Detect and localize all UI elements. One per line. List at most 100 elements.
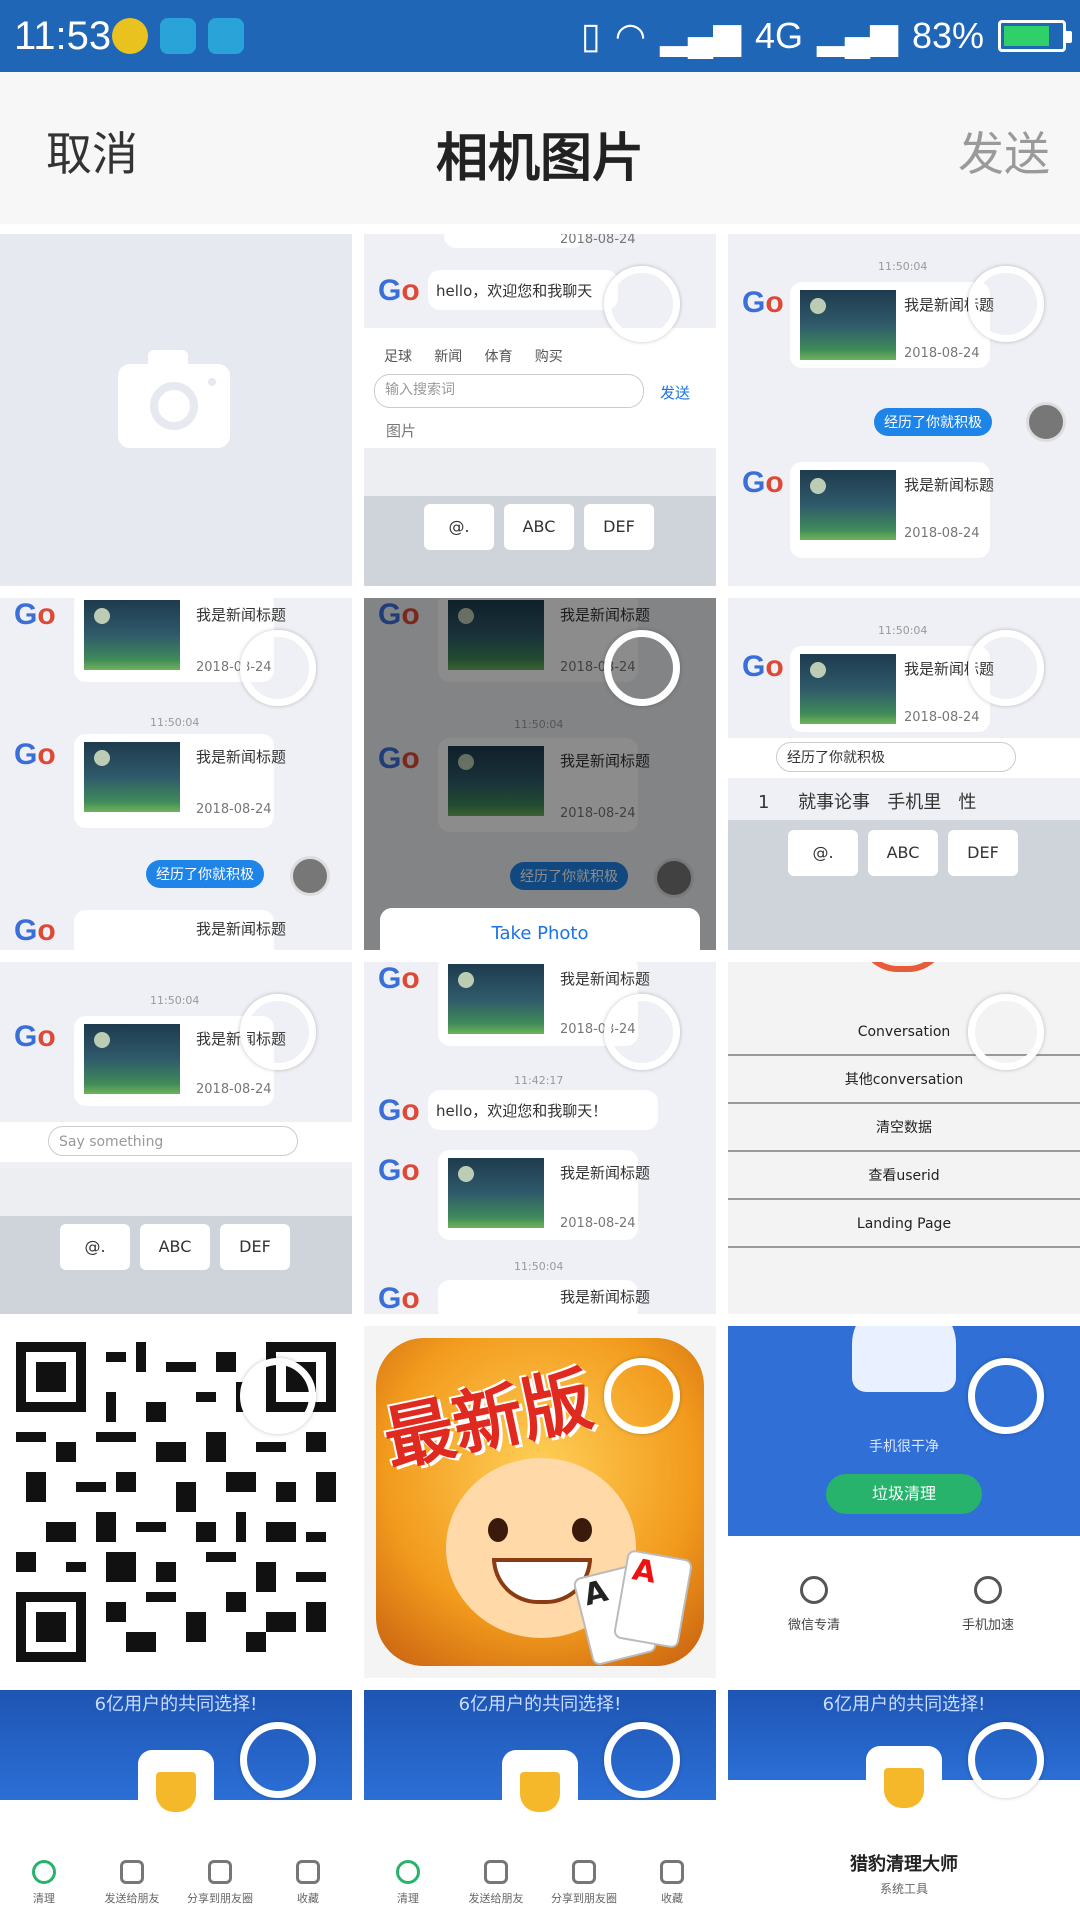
photo-tile[interactable]: 11:50:04 Go 我是新闻标题 2018-08-24 经历了你就积极 Go… [728, 234, 1080, 586]
go-avatar-icon: Go [378, 1282, 420, 1314]
keyboard-toolbar [0, 1168, 352, 1216]
news-thumbnail [84, 1024, 180, 1094]
app-notification-icon [112, 18, 148, 54]
news-thumbnail [800, 470, 896, 540]
category-tabs: 足球 新闻 体育 购买 [384, 349, 563, 365]
status-right: ▯ ◠ ▂▄▆ 4G ▂▄▆ 83% [580, 10, 1072, 62]
select-circle[interactable] [604, 630, 680, 706]
mascot-icon [852, 1326, 956, 1392]
app-category: 系统工具 [879, 1882, 928, 1896]
select-circle[interactable] [604, 266, 680, 342]
keyboard-toolbar [364, 448, 716, 496]
message-time: 11:50:04 [150, 716, 200, 729]
brush-app-icon [866, 1746, 942, 1822]
status-text: 手机很干净 [869, 1439, 939, 1455]
go-avatar-icon: Go [378, 1094, 420, 1127]
message-time: 11:50:04 [878, 624, 928, 637]
clean-icon [396, 1860, 420, 1884]
select-circle[interactable] [240, 1358, 316, 1434]
keyboard: @. ABC DEF [0, 1216, 352, 1314]
message-time: 11:50:04 [878, 260, 928, 273]
select-circle[interactable] [604, 1358, 680, 1434]
battery-icon [998, 20, 1072, 52]
message-time: 11:50:04 [150, 994, 200, 1007]
message-time: 11:50:04 [514, 1260, 564, 1273]
brush-app-icon [502, 1750, 578, 1826]
go-avatar-icon: Go [378, 274, 420, 307]
wifi-icon: ◠ [614, 15, 647, 56]
slogan: 6亿用户的共同选择! [458, 1694, 622, 1715]
photo-tile[interactable]: Go 我是新闻标题 2018-08-24 11:42:17 Go hello，欢… [364, 962, 716, 1314]
go-avatar-icon: Go [378, 962, 420, 995]
network-type: 4G [755, 15, 804, 56]
camera-icon [118, 350, 230, 448]
user-avatar [290, 856, 330, 896]
send-label: 发送 [660, 384, 691, 402]
user-avatar [1026, 402, 1066, 442]
junk-clean-button: 垃圾清理 [826, 1474, 982, 1514]
photo-tile[interactable]: 2018-08-24 Go hello，欢迎您和我聊天 足球 新闻 体育 购买 … [364, 234, 716, 586]
photo-tile[interactable]: 6亿用户的共同选择! 清理 发送给朋友 分享到朋友圈 收藏 [0, 1690, 352, 1920]
signal-icon: ▂▄▆ [660, 15, 742, 56]
news-thumbnail [84, 742, 180, 812]
news-title: 我是新闻标题 [196, 748, 287, 766]
news-title: 我是新闻标题 [904, 476, 995, 494]
send-button[interactable]: 发送 [958, 118, 1050, 184]
moments-icon [572, 1860, 596, 1884]
vibrate-icon: ▯ [580, 15, 601, 56]
photo-tile-selected[interactable]: Go 我是新闻标题 2018-08-24 11:50:04 Go 我是新闻标题 … [364, 598, 716, 950]
select-circle[interactable] [240, 630, 316, 706]
photo-tile[interactable] [0, 1326, 352, 1678]
take-photo-button: Take Photo [380, 908, 700, 950]
screenshot-notification-icon [160, 18, 196, 54]
moments-icon [208, 1860, 232, 1884]
news-date: 2018-08-24 [904, 526, 980, 541]
select-circle[interactable] [604, 994, 680, 1070]
playing-card-icon: A [612, 1548, 694, 1650]
bottom-nav: 清理 发送给朋友 分享到朋友圈 收藏 [364, 1860, 716, 1906]
status-time: 11:53 [14, 14, 112, 58]
header: 取消 相机图片 发送 [0, 72, 1080, 224]
go-avatar-icon: Go [14, 738, 56, 771]
suggestion-bar: 1 就事论事 手机里 性 [758, 792, 977, 813]
sent-message: 经历了你就积极 [146, 860, 264, 888]
news-title: 我是新闻标题 [560, 1288, 651, 1306]
image-label: 图片 [386, 422, 417, 440]
photo-tile[interactable]: 11:50:04 Go 我是新闻标题 2018-08-24 经历了你就积极 1 … [728, 598, 1080, 950]
select-circle[interactable] [968, 630, 1044, 706]
select-circle[interactable] [968, 994, 1044, 1070]
news-date: 2018-08-24 [904, 346, 980, 361]
news-thumbnail [800, 290, 896, 360]
photo-tile[interactable]: 手机很干净 垃圾清理 微信专清 手机加速 [728, 1326, 1080, 1678]
select-circle[interactable] [968, 266, 1044, 342]
wechat-icon [800, 1576, 828, 1604]
select-circle[interactable] [240, 1722, 316, 1798]
app-name: 猎豹清理大师 [850, 1854, 958, 1875]
menu-item: 查看userid [728, 1152, 1080, 1200]
news-title: 我是新闻标题 [560, 1164, 651, 1182]
news-date: 2018-08-24 [560, 1216, 636, 1231]
select-circle[interactable] [968, 1358, 1044, 1434]
news-title: 我是新闻标题 [196, 606, 287, 624]
select-circle[interactable] [968, 1722, 1044, 1798]
message-input: Say something [48, 1126, 298, 1156]
news-thumbnail [800, 654, 896, 724]
brush-app-icon [138, 1750, 214, 1826]
photo-tile[interactable]: 6亿用户的共同选择! 猎豹清理大师 系统工具 [728, 1690, 1080, 1920]
greeting-message: hello，欢迎您和我聊天！ [436, 1102, 608, 1120]
photo-tile[interactable]: 6亿用户的共同选择! 清理 发送给朋友 分享到朋友圈 收藏 [364, 1690, 716, 1920]
news-date: 2018-08-24 [904, 710, 980, 725]
news-thumbnail [84, 600, 180, 670]
photo-tile[interactable]: 11:50:04 Go 我是新闻标题 2018-08-24 Say someth… [0, 962, 352, 1314]
search-input: 输入搜索词 [374, 374, 644, 408]
photo-tile[interactable]: Go 我是新闻标题 2018-08-24 11:50:04 Go 我是新闻标题 … [0, 598, 352, 950]
select-circle[interactable] [240, 994, 316, 1070]
photo-tile[interactable]: A A 最新版 [364, 1326, 716, 1678]
cancel-button[interactable]: 取消 [46, 118, 138, 184]
keyboard: @. ABC DEF [364, 496, 716, 586]
photo-tile[interactable]: Conversation 其他conversation 清空数据 查看useri… [728, 962, 1080, 1314]
select-circle[interactable] [604, 1722, 680, 1798]
camera-tile[interactable] [0, 234, 352, 586]
share-icon [484, 1860, 508, 1884]
slogan: 6亿用户的共同选择! [94, 1694, 258, 1715]
